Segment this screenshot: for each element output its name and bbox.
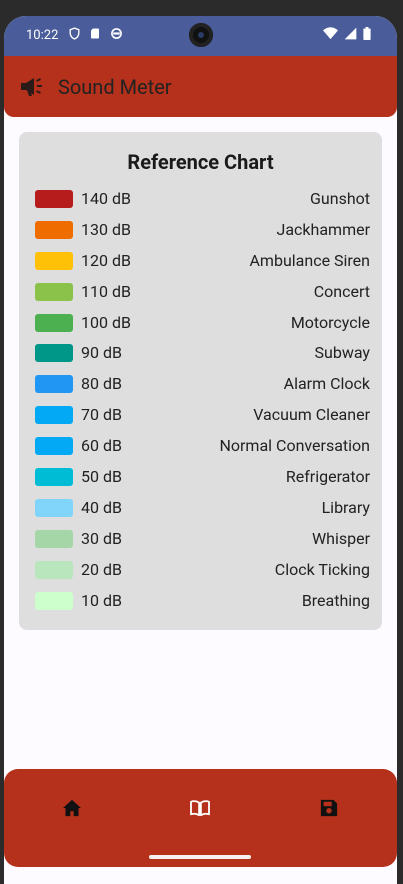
megaphone-icon	[20, 76, 44, 98]
decibel-level: 50 dB	[81, 467, 122, 487]
sound-source: Whisper	[311, 528, 370, 548]
decibel-level: 70 dB	[81, 405, 122, 425]
decibel-level: 80 dB	[81, 374, 122, 394]
gesture-home-indicator[interactable]	[149, 855, 251, 859]
reference-row: 20 dB Clock Ticking	[19, 559, 382, 592]
sound-source: Breathing	[301, 590, 370, 610]
sound-source: Subway	[314, 343, 370, 363]
reference-row: 90 dB Subway	[19, 343, 382, 375]
reference-row: 140 dB Gunshot	[19, 189, 382, 221]
data-saver-icon	[110, 27, 123, 40]
reference-row: 130 dB Jackhammer	[19, 219, 382, 252]
color-swatch	[35, 190, 73, 208]
color-swatch	[35, 220, 73, 239]
app-bar: Sound Meter	[4, 56, 397, 117]
color-swatch	[35, 251, 73, 270]
sound-source: Alarm Clock	[283, 374, 370, 394]
reference-row: 30 dB Whisper	[19, 528, 382, 561]
decibel-level: 110 dB	[81, 281, 131, 301]
sound-source: Ambulance Siren	[249, 250, 370, 270]
color-swatch	[35, 560, 73, 579]
status-bar: 10:22	[4, 16, 397, 56]
reference-list: 140 dB Gunshot 130 dB Jackhammer 120 dB Amb…	[19, 189, 382, 623]
reference-row: 70 dB Vacuum Cleaner	[19, 405, 382, 437]
decibel-level: 130 dB	[81, 219, 131, 239]
phone-screen: 10:22 Sound Meter Reference Chart 140 dB…	[4, 16, 397, 884]
reference-row: 110 dB Concert	[19, 281, 382, 314]
shield-icon	[68, 27, 81, 40]
sd-card-icon	[89, 27, 102, 40]
sound-source: Vacuum Cleaner	[253, 405, 370, 425]
reference-row: 10 dB Breathing	[19, 590, 382, 623]
sound-source: Clock Ticking	[274, 559, 370, 579]
color-swatch	[35, 282, 73, 301]
sound-source: Refrigerator	[285, 467, 370, 487]
color-swatch	[35, 313, 73, 332]
sound-source: Motorcycle	[290, 312, 370, 332]
reference-row: 50 dB Refrigerator	[19, 467, 382, 499]
book-icon	[190, 800, 210, 817]
sound-source: Jackhammer	[276, 219, 371, 239]
signal-icon	[344, 27, 357, 40]
reference-row: 40 dB Library	[19, 497, 382, 530]
home-icon	[63, 799, 81, 817]
decibel-level: 140 dB	[81, 189, 131, 208]
sound-source: Normal Conversation	[219, 436, 370, 456]
app-title: Sound Meter	[58, 75, 172, 99]
status-left-icons	[68, 27, 123, 40]
reference-row: 60 dB Normal Conversation	[19, 436, 382, 468]
decibel-level: 10 dB	[81, 590, 122, 610]
reference-chart-card: Reference Chart 140 dB Gunshot 130 dB Jack…	[19, 132, 382, 630]
reference-row: 120 dB Ambulance Siren	[19, 250, 382, 283]
reference-chart-title: Reference Chart	[127, 150, 274, 174]
decibel-level: 30 dB	[81, 528, 122, 548]
home-nav-button[interactable]	[60, 797, 84, 819]
decibel-level: 40 dB	[81, 497, 122, 517]
decibel-level: 90 dB	[81, 343, 122, 363]
reference-row: 80 dB Alarm Clock	[19, 374, 382, 406]
bottom-navigation	[4, 769, 397, 867]
color-swatch	[35, 529, 73, 548]
decibel-level: 120 dB	[81, 250, 131, 270]
color-swatch	[35, 468, 73, 487]
sound-source: Concert	[313, 281, 370, 301]
decibel-level: 100 dB	[81, 312, 131, 332]
decibel-level: 20 dB	[81, 559, 122, 579]
color-swatch	[35, 375, 73, 394]
save-nav-button[interactable]	[317, 797, 341, 819]
decibel-level: 60 dB	[81, 436, 122, 456]
sound-source: Gunshot	[310, 189, 370, 208]
color-swatch	[35, 406, 73, 425]
wifi-icon	[323, 27, 338, 40]
save-icon	[320, 799, 338, 817]
color-swatch	[35, 344, 73, 363]
reference-row: 100 dB Motorcycle	[19, 312, 382, 345]
front-camera	[189, 23, 213, 47]
sound-source: Library	[321, 497, 370, 517]
status-time: 10:22	[26, 28, 59, 43]
status-right-icons	[323, 27, 371, 40]
reference-nav-button[interactable]	[188, 797, 212, 819]
color-swatch	[35, 591, 73, 610]
battery-icon	[363, 27, 371, 40]
color-swatch	[35, 437, 73, 456]
color-swatch	[35, 498, 73, 517]
